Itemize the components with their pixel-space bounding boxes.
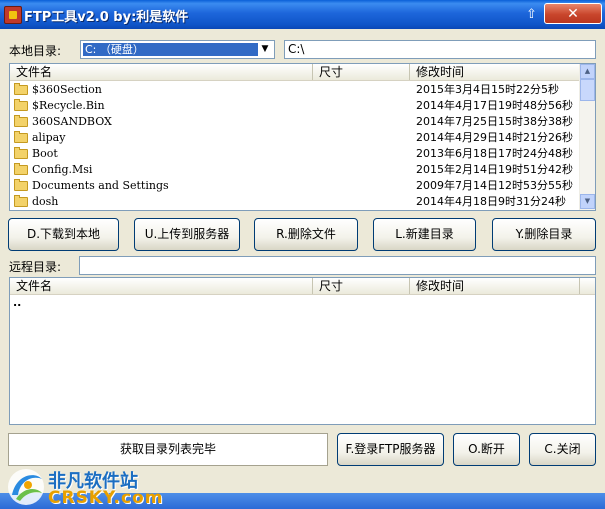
folder-icon bbox=[14, 83, 28, 95]
file-name: $Recycle.Bin bbox=[32, 99, 105, 112]
window-close-button[interactable]: ✕ bbox=[544, 3, 602, 24]
file-name: Config.Msi bbox=[32, 163, 93, 176]
file-mtime: 2015年2月14日19时51分42秒 bbox=[416, 163, 573, 176]
crsky-logo-icon bbox=[8, 469, 44, 505]
file-name: Boot bbox=[32, 147, 58, 160]
file-name: 360SANDBOX bbox=[32, 115, 112, 128]
remote-dir-label: 远程目录: bbox=[9, 260, 62, 274]
column-header-size[interactable]: 尺寸 bbox=[313, 64, 410, 80]
scroll-up-icon[interactable]: ▲ bbox=[580, 64, 595, 79]
folder-icon bbox=[14, 99, 28, 111]
file-mtime: 2009年7月14日12时53分55秒 bbox=[416, 179, 573, 192]
table-row[interactable]: $Recycle.Bin 2014年4月17日19时48分56秒 bbox=[10, 98, 580, 114]
local-dir-label: 本地目录: bbox=[9, 44, 62, 58]
up-folder-icon: .. bbox=[13, 296, 22, 309]
ftp-tool-window: FTP工具v2.0 by:利是软件 ⇧ ✕ 本地目录: C: （硬盘） ▼ C:… bbox=[0, 0, 605, 509]
file-mtime: 2015年3月4日15时22分5秒 bbox=[416, 83, 559, 96]
folder-icon bbox=[14, 195, 28, 207]
folder-icon bbox=[14, 115, 28, 127]
folder-icon bbox=[14, 179, 28, 191]
folder-icon bbox=[14, 131, 28, 143]
app-icon bbox=[4, 6, 22, 24]
file-mtime: 2014年4月18日9时31分24秒 bbox=[416, 195, 566, 208]
disconnect-button[interactable]: O.断开 bbox=[453, 433, 520, 466]
file-mtime: 2014年4月29日14时21分26秒 bbox=[416, 131, 573, 144]
drive-select-value: C: （硬盘） bbox=[83, 43, 258, 56]
remote-file-list[interactable]: 文件名 尺寸 修改时间 .. bbox=[9, 277, 596, 425]
delete-file-button[interactable]: R.删除文件 bbox=[254, 218, 358, 251]
upload-button[interactable]: U.上传到服务器 bbox=[134, 218, 240, 251]
drive-select[interactable]: C: （硬盘） ▼ bbox=[80, 40, 275, 59]
download-button[interactable]: D.下载到本地 bbox=[8, 218, 119, 251]
table-row[interactable]: .. bbox=[10, 295, 580, 311]
new-dir-button[interactable]: L.新建目录 bbox=[373, 218, 476, 251]
file-mtime: 2014年7月25日15时38分38秒 bbox=[416, 115, 573, 128]
local-file-list[interactable]: 文件名 尺寸 修改时间 $360Section 2015年3月4日15时22分5… bbox=[9, 63, 596, 211]
table-row[interactable]: 360SANDBOX 2014年7月25日15时38分38秒 bbox=[10, 114, 580, 130]
column-header-mtime[interactable]: 修改时间 bbox=[410, 278, 580, 294]
scroll-down-icon[interactable]: ▼ bbox=[580, 194, 595, 209]
chevron-down-icon[interactable]: ▼ bbox=[257, 42, 273, 57]
close-button[interactable]: C.关闭 bbox=[529, 433, 596, 466]
pin-icon[interactable]: ⇧ bbox=[521, 5, 542, 25]
status-bar: 获取目录列表完毕 bbox=[8, 433, 328, 466]
table-row[interactable]: dosh 2014年4月18日9时31分24秒 bbox=[10, 194, 580, 210]
watermark-en: CRSKY.com bbox=[48, 488, 164, 508]
folder-icon bbox=[14, 147, 28, 159]
delete-dir-button[interactable]: Y.删除目录 bbox=[492, 218, 596, 251]
column-header-size[interactable]: 尺寸 bbox=[313, 278, 410, 294]
column-header-name[interactable]: 文件名 bbox=[10, 64, 313, 80]
table-row[interactable]: Documents and Settings 2009年7月14日12时53分5… bbox=[10, 178, 580, 194]
remote-path-input[interactable] bbox=[79, 256, 596, 275]
remote-list-header: 文件名 尺寸 修改时间 bbox=[10, 278, 595, 295]
table-row[interactable]: alipay 2014年4月29日14时21分26秒 bbox=[10, 130, 580, 146]
local-list-header: 文件名 尺寸 修改时间 bbox=[10, 64, 580, 81]
file-name: dosh bbox=[32, 195, 59, 208]
column-header-mtime[interactable]: 修改时间 bbox=[410, 64, 580, 80]
login-button[interactable]: F.登录FTP服务器 bbox=[337, 433, 444, 466]
file-name: $360Section bbox=[32, 83, 102, 96]
local-path-input[interactable]: C:\ bbox=[284, 40, 596, 59]
file-name: Documents and Settings bbox=[32, 179, 169, 192]
window-title: FTP工具v2.0 by:利是软件 bbox=[24, 10, 189, 25]
table-row[interactable]: Boot 2013年6月18日17时24分48秒 bbox=[10, 146, 580, 162]
title-bar[interactable]: FTP工具v2.0 by:利是软件 ⇧ ✕ bbox=[0, 0, 605, 29]
file-name: alipay bbox=[32, 131, 66, 144]
watermark: 非凡软件站 CRSKY.com bbox=[0, 465, 210, 509]
column-header-name[interactable]: 文件名 bbox=[10, 278, 313, 294]
local-list-scrollbar[interactable]: ▲ ▼ bbox=[579, 64, 595, 210]
file-mtime: 2014年4月17日19时48分56秒 bbox=[416, 99, 573, 112]
table-row[interactable]: Config.Msi 2015年2月14日19时51分42秒 bbox=[10, 162, 580, 178]
folder-icon bbox=[14, 163, 28, 175]
scroll-thumb[interactable] bbox=[580, 79, 595, 101]
file-mtime: 2013年6月18日17时24分48秒 bbox=[416, 147, 573, 160]
table-row[interactable]: $360Section 2015年3月4日15时22分5秒 bbox=[10, 82, 580, 98]
